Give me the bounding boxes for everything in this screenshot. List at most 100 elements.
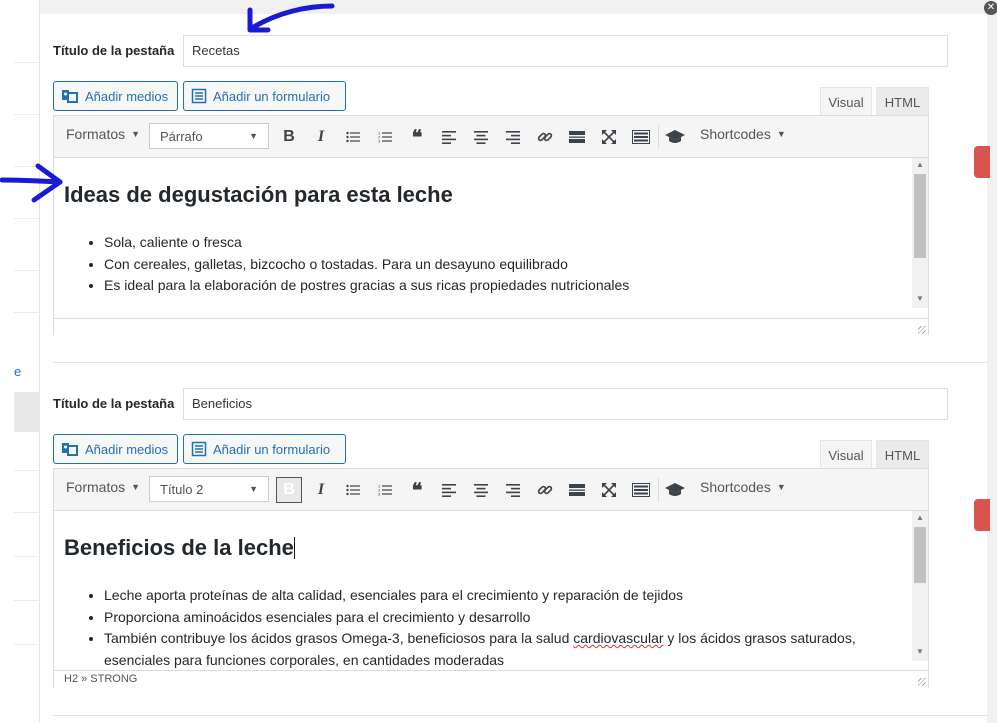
misspelled-word[interactable]: cardiovascular [573,630,663,646]
bullet-list-icon[interactable] [340,124,366,150]
blockquote-button[interactable]: ❝ [404,124,430,150]
formats-dropdown[interactable]: Formatos ▼ [66,126,140,142]
align-right-icon[interactable] [500,477,526,503]
editor-statusbar: H2 » STRONG [54,670,928,688]
link-icon[interactable] [532,477,558,503]
list-item: También contribuye los ácidos grasos Ome… [104,628,904,670]
annotation-arrow-icon [0,163,63,203]
chevron-down-icon: ▼ [776,129,786,139]
annotation-arrow-icon [247,3,335,33]
keyboard-icon[interactable] [628,477,654,503]
scrollbar-thumb[interactable] [914,174,926,258]
tab-title-row: Título de la pestaña [53,387,183,419]
scroll-up-icon[interactable]: ▲ [912,160,928,169]
align-center-icon[interactable] [468,124,494,150]
sidebar-divider [14,512,40,513]
shortcodes-dropdown[interactable]: Shortcodes ▼ [700,126,786,142]
rich-text-editor: Formatos ▼ Título 2 ▼ B I 123 ❝ Shortcod… [53,468,929,688]
toolbar-separator [658,125,659,149]
align-left-icon[interactable] [436,477,462,503]
remove-tab-button[interactable] [974,146,990,178]
list-item: Con cereales, galletas, bizcocho o tosta… [104,254,904,276]
tabs-panel: Título de la pestaña Recetas Añadir medi… [40,14,987,723]
bold-button[interactable]: B [276,124,302,150]
add-media-button[interactable]: Añadir medios [53,434,178,464]
add-form-button[interactable]: Añadir un formulario [183,434,346,464]
resize-handle[interactable] [918,326,926,334]
tab-html[interactable]: HTML [876,87,929,116]
svg-text:3: 3 [378,492,381,497]
block-format-select[interactable]: Párrafo ▼ [149,123,269,149]
tab-html[interactable]: HTML [876,440,929,469]
bullet-list-icon[interactable] [340,477,366,503]
tab-title-label: Título de la pestaña [53,42,175,58]
list-item: Es ideal para la elaboración de postres … [104,275,904,297]
align-center-icon[interactable] [468,477,494,503]
tab-visual[interactable]: Visual [820,440,872,469]
sidebar-divider [14,600,40,601]
fullscreen-icon[interactable] [596,477,622,503]
read-more-icon[interactable] [564,477,590,503]
section-divider [53,362,987,363]
graduation-cap-icon[interactable] [662,124,688,150]
sidebar-divider [14,270,40,271]
chevron-down-icon: ▼ [131,482,141,492]
keyboard-icon[interactable] [628,124,654,150]
chevron-down-icon: ▼ [249,131,258,141]
numbered-list-icon[interactable]: 123 [372,477,398,503]
list-item: Proporciona aminoácidos esenciales para … [104,607,904,629]
italic-button[interactable]: I [308,124,334,150]
content-heading-text: Beneficios de la leche [64,535,294,560]
rich-text-editor: Formatos ▼ Párrafo ▼ B I 123 ❝ Shortcode… [53,115,929,336]
content-bullet-list: Sola, caliente o fresca Con cereales, ga… [104,232,904,297]
fullscreen-icon[interactable] [596,124,622,150]
toolbar-separator [658,478,659,502]
editor-content[interactable]: Ideas de degustación para esta leche Sol… [54,158,928,318]
link-icon[interactable] [532,124,558,150]
align-left-icon[interactable] [436,124,462,150]
tab-title-input[interactable]: Beneficios [183,388,948,420]
add-media-button[interactable]: Añadir medios [53,81,178,111]
resize-handle[interactable] [918,678,926,686]
form-icon [191,88,207,104]
scroll-down-icon[interactable]: ▼ [912,647,928,656]
editor-scrollbar[interactable]: ▲ ▼ [912,158,928,308]
formats-dropdown[interactable]: Formatos ▼ [66,479,140,495]
block-format-value: Título 2 [160,481,204,497]
sidebar-divider [14,62,40,63]
sidebar-item-partial[interactable]: e [14,364,21,379]
add-form-button[interactable]: Añadir un formulario [183,81,346,111]
block-format-select[interactable]: Título 2 ▼ [149,476,269,502]
align-right-icon[interactable] [500,124,526,150]
content-heading: Ideas de degustación para esta leche [64,182,453,207]
sidebar-divider [14,218,40,219]
formats-label: Formatos [66,126,126,142]
sidebar-divider [14,312,40,313]
remove-tab-button[interactable] [974,499,990,531]
content-bullet-list: Leche aporta proteínas de alta calidad, … [104,585,904,670]
formats-label: Formatos [66,479,126,495]
sidebar-divider [14,556,40,557]
numbered-list-icon[interactable]: 123 [372,124,398,150]
scroll-down-icon[interactable]: ▼ [912,294,928,303]
shortcodes-dropdown[interactable]: Shortcodes ▼ [700,479,786,495]
block-format-value: Párrafo [160,128,203,144]
text-cursor [293,537,295,559]
tab-visual[interactable]: Visual [820,87,872,116]
editor-scrollbar[interactable]: ▲ ▼ [912,511,928,661]
close-icon[interactable]: ✕ [984,1,997,15]
blockquote-button[interactable]: ❝ [404,477,430,503]
editor-toolbar: Formatos ▼ Párrafo ▼ B I 123 ❝ Shortcode… [54,116,928,158]
scrollbar-thumb[interactable] [914,527,926,583]
editor-content[interactable]: Beneficios de la leche Leche aporta prot… [54,511,928,670]
tab-title-label: Título de la pestaña [53,395,175,411]
shortcodes-label: Shortcodes [700,479,771,495]
editor-statusbar [54,318,928,336]
sidebar-divider [14,470,40,471]
shortcodes-label: Shortcodes [700,126,771,142]
scroll-up-icon[interactable]: ▲ [912,513,928,522]
read-more-icon[interactable] [564,124,590,150]
graduation-cap-icon[interactable] [662,477,688,503]
bold-button[interactable]: B [276,477,302,503]
italic-button[interactable]: I [308,477,334,503]
